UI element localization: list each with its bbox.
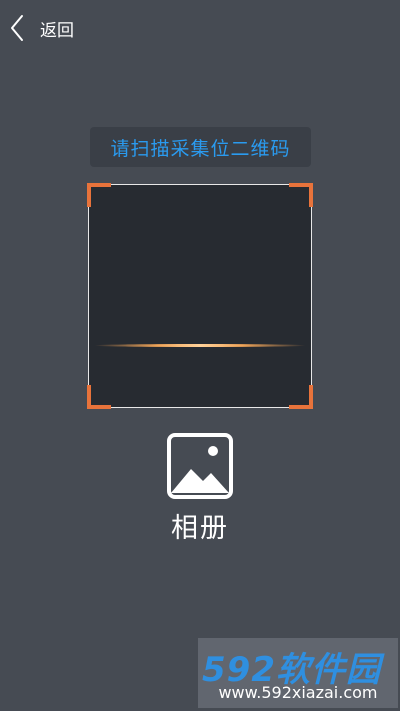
image-icon xyxy=(167,433,233,499)
chevron-left-icon xyxy=(8,14,30,42)
back-label: 返回 xyxy=(40,20,74,41)
corner-bottom-left xyxy=(87,385,111,409)
corner-top-right xyxy=(289,183,313,207)
corner-bottom-right xyxy=(289,385,313,409)
watermark-url: www.592xiazai.com xyxy=(218,683,378,702)
watermark: 592软件园 www.592xiazai.com xyxy=(198,638,398,708)
scan-prompt: 请扫描采集位二维码 xyxy=(90,127,311,167)
album-label: 相册 xyxy=(171,513,229,544)
album-button[interactable]: 相册 xyxy=(150,432,250,544)
scan-line xyxy=(94,344,306,347)
back-button[interactable]: 返回 xyxy=(8,12,74,44)
top-bar: 返回 xyxy=(0,0,400,56)
corner-top-left xyxy=(87,183,111,207)
camera-viewport xyxy=(88,184,312,408)
qr-scan-frame xyxy=(87,183,313,409)
